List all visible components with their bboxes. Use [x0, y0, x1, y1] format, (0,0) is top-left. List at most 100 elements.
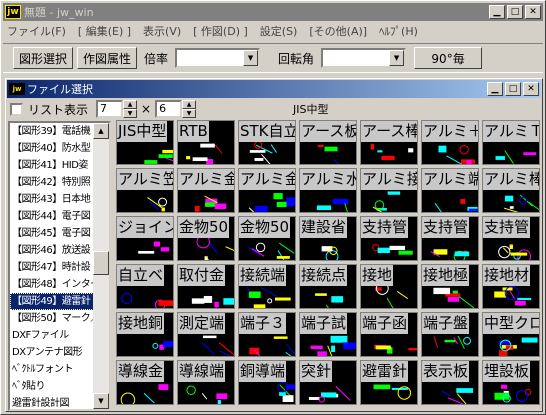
- shape-thumbnail[interactable]: 導線金: [116, 360, 174, 405]
- shape-thumbnail[interactable]: 埋設板: [482, 360, 540, 405]
- shape-thumbnail[interactable]: 端子函: [360, 312, 418, 357]
- shape-thumbnail[interactable]: 接続点: [299, 264, 357, 309]
- shape-thumbnail[interactable]: 接地極: [421, 264, 479, 309]
- shape-thumbnail[interactable]: アルミ金物: [238, 168, 296, 213]
- shape-thumbnail[interactable]: 建設省: [299, 216, 357, 261]
- close-button[interactable]: ✕: [525, 5, 541, 19]
- shape-thumbnail[interactable]: アルミ＋型: [421, 120, 479, 165]
- menu-edit[interactable]: [ 編集(E) ]: [78, 23, 131, 39]
- list-item[interactable]: 【図形49】避雷針: [10, 293, 94, 310]
- child-minimize-button[interactable]: ▁: [487, 82, 503, 96]
- shape-thumbnail[interactable]: 支持管: [360, 216, 418, 261]
- shape-thumbnail[interactable]: 測定端: [177, 312, 235, 357]
- shape-thumbnail[interactable]: 避雷針: [360, 360, 418, 405]
- shape-thumbnail[interactable]: 取付金: [177, 264, 235, 309]
- shape-thumbnail[interactable]: 支持管: [482, 216, 540, 261]
- shape-thumbnail[interactable]: アルミ水切: [299, 168, 357, 213]
- scroll-up-icon[interactable]: ▲: [93, 123, 109, 139]
- shape-thumbnail[interactable]: ジョイント: [116, 216, 174, 261]
- dropdown-arrow-icon[interactable]: ▼: [389, 50, 405, 66]
- shape-thumbnail[interactable]: 端子試: [299, 312, 357, 357]
- menu-file[interactable]: ファイル(F): [7, 23, 66, 39]
- shape-thumbnail[interactable]: アース板: [299, 120, 357, 165]
- shape-thumbnail[interactable]: 中型クロ: [482, 312, 540, 357]
- menu-settings[interactable]: 設定(S): [260, 23, 298, 39]
- scale-select[interactable]: ▼: [175, 48, 261, 68]
- rows-value[interactable]: 6: [155, 100, 183, 118]
- shape-thumbnail[interactable]: 接地: [360, 264, 418, 309]
- select-shape-button[interactable]: 図形選択: [13, 47, 74, 69]
- thumbnail-label: ジョイント: [117, 217, 173, 238]
- list-scrollbar[interactable]: ▲ ▼: [93, 123, 109, 409]
- rotate-90-button[interactable]: 90°毎: [414, 47, 483, 69]
- thumbnail-label: 接続点: [300, 265, 348, 286]
- menu-draw[interactable]: [ 作図(D) ]: [193, 23, 248, 39]
- shape-thumbnail[interactable]: アルミ棒: [482, 168, 540, 213]
- menu-help[interactable]: ﾍﾙﾌﾟ(H): [379, 23, 418, 39]
- shape-thumbnail[interactable]: 金物50: [177, 216, 235, 261]
- menu-other[interactable]: [その他(A)]: [309, 23, 367, 39]
- columns-value[interactable]: 7: [96, 100, 124, 118]
- shape-thumbnail[interactable]: STK自立: [238, 120, 296, 165]
- shape-thumbnail[interactable]: 突針: [299, 360, 357, 405]
- shape-thumbnail[interactable]: アルミ笠木: [116, 168, 174, 213]
- list-item[interactable]: 【図形43】日本地: [10, 191, 94, 208]
- shape-thumbnail[interactable]: 端子３: [238, 312, 296, 357]
- list-item[interactable]: 【図形50】マーク／: [10, 310, 94, 327]
- maximize-button[interactable]: □: [507, 5, 523, 19]
- shape-thumbnail[interactable]: 導線端: [177, 360, 235, 405]
- list-item[interactable]: 避雷針設計図: [10, 395, 94, 409]
- shape-thumbnail[interactable]: 支持管: [421, 216, 479, 261]
- folder-list[interactable]: 【図形39】電話機 【図形40】防水型 【図形41】HID姿 【図形42】特別照 【図形…: [8, 121, 111, 411]
- list-view-checkbox[interactable]: [10, 102, 23, 116]
- child-maximize-button[interactable]: □: [505, 82, 521, 96]
- list-item[interactable]: DXFファイル: [10, 327, 94, 344]
- thumbnail-label: アルミ水切: [300, 169, 356, 190]
- rotation-select[interactable]: ▼: [321, 48, 407, 68]
- shape-thumbnail[interactable]: アルミ接着: [360, 168, 418, 213]
- list-item[interactable]: 【図形46】放送設: [10, 242, 94, 259]
- shape-thumbnail[interactable]: 端子盤: [421, 312, 479, 357]
- rows-spinner[interactable]: 6 ▲ ▼: [155, 100, 197, 118]
- drawing-attr-button[interactable]: 作図属性: [77, 47, 138, 69]
- list-item[interactable]: 【図形39】電話機: [10, 123, 94, 140]
- shape-thumbnail[interactable]: RTB: [177, 120, 235, 165]
- thumbnail-label: アース板: [300, 121, 356, 142]
- list-item[interactable]: 【図形41】HID姿: [10, 157, 94, 174]
- shape-thumbnail[interactable]: 表示板: [421, 360, 479, 405]
- file-select-title-bar[interactable]: jw ファイル選択 ▁ □ ✕: [7, 80, 541, 98]
- shape-thumbnail[interactable]: アルミＴ型: [482, 120, 540, 165]
- scroll-down-icon[interactable]: ▼: [93, 393, 109, 409]
- scroll-thumb[interactable]: [93, 251, 109, 275]
- shape-thumbnail[interactable]: アルミ金具: [177, 168, 235, 213]
- spin-up-icon[interactable]: ▲: [123, 100, 138, 109]
- list-item[interactable]: ﾍﾞｸﾄﾙフォント: [10, 361, 94, 378]
- list-item[interactable]: 【図形47】時計設: [10, 259, 94, 276]
- dropdown-arrow-icon[interactable]: ▼: [243, 50, 259, 66]
- shape-thumbnail[interactable]: アース棒: [360, 120, 418, 165]
- list-item[interactable]: 【図形40】防水型: [10, 140, 94, 157]
- list-item[interactable]: 【図形44】電子図: [10, 208, 94, 225]
- shape-thumbnail[interactable]: 接地材: [482, 264, 540, 309]
- columns-spinner[interactable]: 7 ▲ ▼: [96, 100, 138, 118]
- shape-thumbnail[interactable]: アルミ端子: [421, 168, 479, 213]
- shape-thumbnail[interactable]: 銅導端: [238, 360, 296, 405]
- title-bar[interactable]: jw 無題 - jw_win ▁ □ ✕: [3, 3, 543, 21]
- list-item[interactable]: ﾍﾞﾀ貼り: [10, 378, 94, 395]
- list-item[interactable]: 【図形48】インターホ: [10, 276, 94, 293]
- shape-thumbnail[interactable]: 自立ベ: [116, 264, 174, 309]
- shape-thumbnail[interactable]: 接地銅: [116, 312, 174, 357]
- spin-down-icon[interactable]: ▼: [123, 109, 138, 118]
- child-close-button[interactable]: ✕: [523, 82, 539, 96]
- list-item[interactable]: DXアンテナ図形: [10, 344, 94, 361]
- minimize-button[interactable]: ▁: [489, 5, 505, 19]
- thumbnail-label: 埋設板: [483, 361, 531, 382]
- shape-thumbnail[interactable]: JIS中型: [116, 120, 174, 165]
- menu-view[interactable]: 表示(V): [143, 23, 181, 39]
- shape-thumbnail[interactable]: 接続端: [238, 264, 296, 309]
- list-item[interactable]: 【図形42】特別照: [10, 174, 94, 191]
- spin-up-icon[interactable]: ▲: [182, 100, 197, 109]
- spin-down-icon[interactable]: ▼: [182, 109, 197, 118]
- list-item[interactable]: 【図形45】電子図: [10, 225, 94, 242]
- shape-thumbnail[interactable]: 金物50: [238, 216, 296, 261]
